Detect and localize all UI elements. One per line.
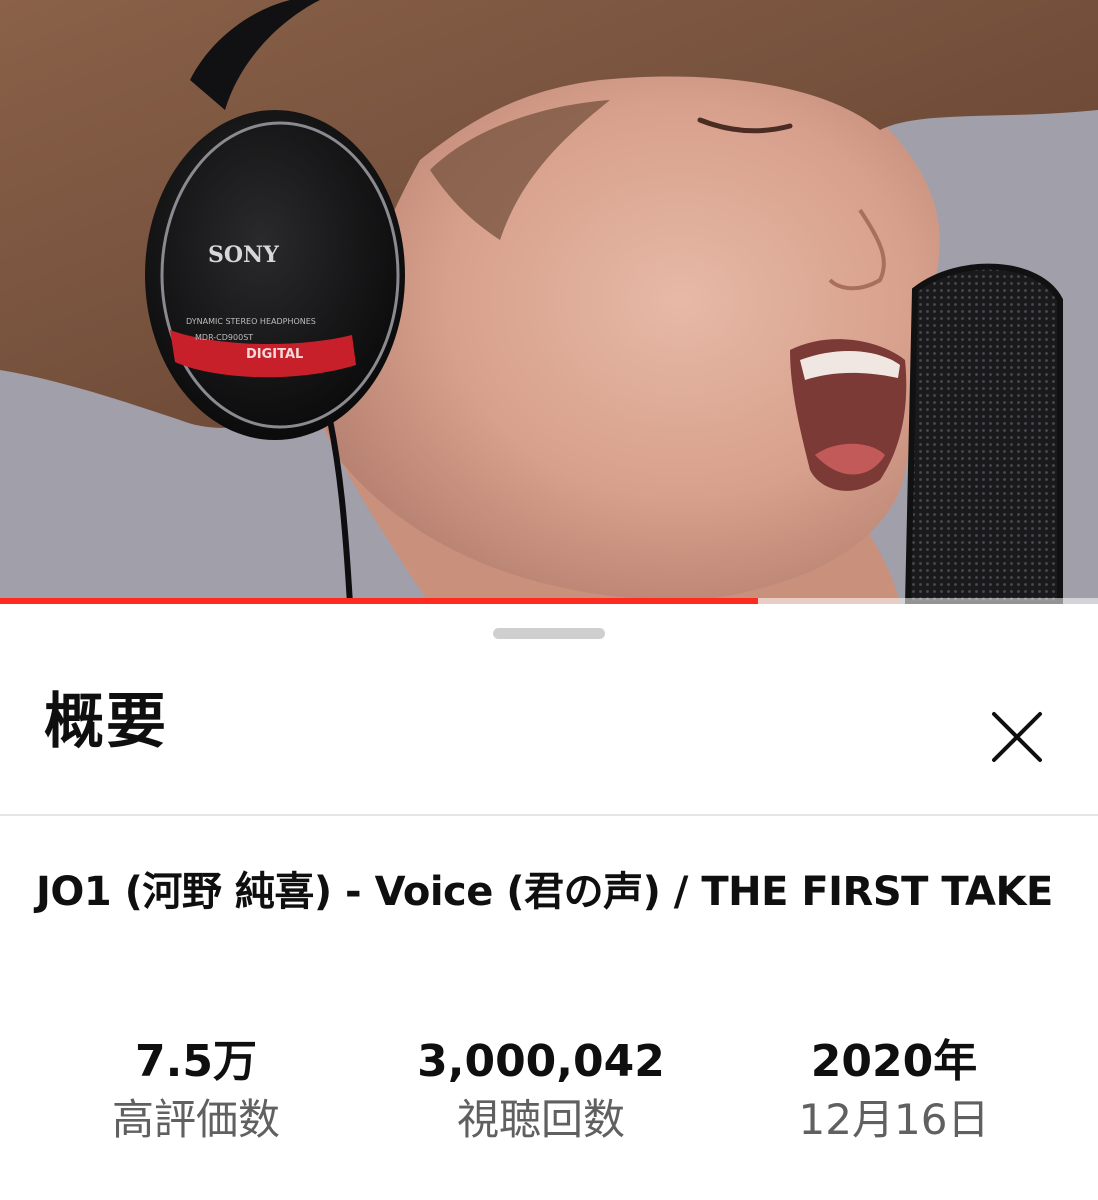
drag-handle[interactable] [493, 628, 605, 639]
video-title: JO1 (河野 純喜) - Voice (君の声) / THE FIRST TA… [36, 869, 1053, 915]
headphone-model-text: DYNAMIC STEREO HEADPHONES [186, 317, 316, 326]
headphone-model-number: MDR-CD900ST [195, 333, 253, 342]
upload-month-day: 12月16日 [798, 1095, 990, 1144]
sheet-title: 概要 [44, 687, 168, 757]
video-player[interactable]: SONY DYNAMIC STEREO HEADPHONES MDR-CD900… [0, 0, 1098, 604]
likes-label: 高評価数 [111, 1095, 280, 1144]
stat-views: 3,000,042 視聴回数 [371, 1034, 711, 1148]
close-icon [992, 712, 1042, 762]
description-sheet: 概要 JO1 (河野 純喜) - Voice (君の声) / THE FIRST… [0, 604, 1098, 1200]
headphone-badge-text: DIGITAL [246, 347, 303, 362]
headphone-brand-text: SONY [208, 242, 279, 268]
screen: SONY DYNAMIC STEREO HEADPHONES MDR-CD900… [0, 0, 1098, 1200]
video-frame: SONY DYNAMIC STEREO HEADPHONES MDR-CD900… [0, 0, 1098, 604]
upload-year: 2020年 [810, 1036, 978, 1087]
views-value: 3,000,042 [417, 1036, 665, 1087]
likes-value: 7.5万 [135, 1036, 257, 1087]
divider [0, 814, 1098, 816]
video-stats: 7.5万 高評価数 3,000,042 視聴回数 2020年 12月16日 [0, 1034, 1098, 1154]
stat-likes: 7.5万 高評価数 [26, 1034, 366, 1148]
views-label: 視聴回数 [456, 1095, 625, 1144]
stat-upload-date: 2020年 12月16日 [724, 1034, 1064, 1148]
close-button[interactable] [982, 702, 1052, 772]
